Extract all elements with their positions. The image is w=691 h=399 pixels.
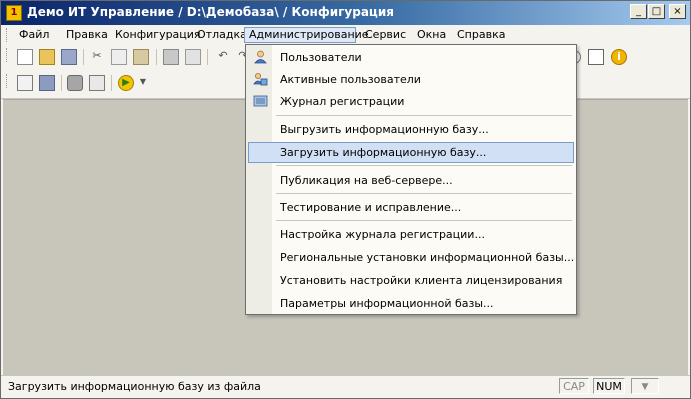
print-preview-icon[interactable] <box>185 49 201 65</box>
administration-menu: Пользователи Активные пользователи Журна… <box>245 44 577 315</box>
info-icon[interactable]: i <box>611 49 627 65</box>
menu-item-label: Параметры информационной базы... <box>280 297 494 310</box>
menu-item-label: Активные пользователи <box>280 73 421 86</box>
event-log-icon <box>253 95 268 107</box>
menu-item-label: Выгрузить информационную базу... <box>280 123 489 136</box>
menu-item-label: Публикация на веб-сервере... <box>280 174 453 187</box>
menu-item-label: Загрузить информационную базу... <box>280 146 487 159</box>
title-bar[interactable]: 1 Демо ИТ Управление / D:\Демобаза\ / Ко… <box>1 1 690 25</box>
menu-item-import-infobase[interactable]: Загрузить информационную базу... <box>248 142 574 163</box>
new-document-icon[interactable] <box>17 49 33 65</box>
chevron-down-icon[interactable]: ▼ <box>138 75 148 91</box>
window-title: Демо ИТ Управление / D:\Демобаза\ / Конф… <box>27 5 394 19</box>
paste-icon[interactable] <box>133 49 149 65</box>
notes-icon[interactable] <box>588 49 604 65</box>
menu-item-label: Журнал регистрации <box>280 95 405 108</box>
save-icon[interactable] <box>61 49 77 65</box>
menu-item-label: Региональные установки информационной ба… <box>280 251 575 264</box>
config-tree-icon[interactable] <box>17 75 33 91</box>
menu-item-license-client-settings[interactable]: Установить настройки клиента лицензирова… <box>248 270 574 291</box>
toolbar-separator <box>207 49 208 65</box>
caps-lock-indicator: CAP <box>559 378 589 394</box>
menu-item-test-and-repair[interactable]: Тестирование и исправление... <box>248 197 574 218</box>
close-button[interactable]: × <box>669 4 686 19</box>
menu-item-export-infobase[interactable]: Выгрузить информационную базу... <box>248 119 574 140</box>
menu-grip[interactable] <box>6 28 10 42</box>
menu-item-active-users[interactable]: Активные пользователи <box>248 69 574 90</box>
menu-edit[interactable]: Правка <box>62 27 112 43</box>
toolbar-separator <box>61 75 62 91</box>
menu-item-label: Тестирование и исправление... <box>280 201 462 214</box>
menu-file[interactable]: Файл <box>15 27 53 43</box>
menu-item-infobase-parameters[interactable]: Параметры информационной базы... <box>248 293 574 314</box>
menu-item-label: Установить настройки клиента лицензирова… <box>280 274 563 287</box>
status-bar: Загрузить информационную базу из файла C… <box>1 375 690 398</box>
database-icon[interactable] <box>67 75 83 91</box>
menu-separator <box>276 220 572 221</box>
menu-item-event-log-settings[interactable]: Настройка журнала регистрации... <box>248 224 574 245</box>
menu-item-label: Пользователи <box>280 51 362 64</box>
menu-item-label: Настройка журнала регистрации... <box>280 228 485 241</box>
config-window-icon[interactable] <box>39 75 55 91</box>
num-lock-indicator: NUM <box>593 378 625 394</box>
app-icon[interactable]: 1 <box>6 5 22 21</box>
undo-icon[interactable]: ↶ <box>215 49 231 65</box>
toolbar-grip[interactable] <box>6 48 10 62</box>
table-icon[interactable] <box>89 75 105 91</box>
menu-service[interactable]: Сервис <box>361 27 410 43</box>
menu-bar: Файл Правка Конфигурация Отладка Админис… <box>1 25 690 45</box>
open-folder-icon[interactable] <box>39 49 55 65</box>
cut-icon[interactable]: ✂ <box>89 49 105 65</box>
print-icon[interactable] <box>163 49 179 65</box>
menu-configuration[interactable]: Конфигурация <box>111 27 205 43</box>
toolbar-separator <box>83 49 84 65</box>
menu-item-regional-settings[interactable]: Региональные установки информационной ба… <box>248 247 574 268</box>
run-debug-icon[interactable]: ▶ <box>118 75 134 91</box>
status-dropdown[interactable]: ▼ <box>631 378 659 394</box>
menu-separator <box>276 193 572 194</box>
menu-separator <box>276 165 572 166</box>
menu-help[interactable]: Справка <box>453 27 509 43</box>
menu-debug[interactable]: Отладка <box>193 27 251 43</box>
toolbar-grip[interactable] <box>6 74 10 88</box>
toolbar-separator <box>111 75 112 91</box>
menu-separator <box>276 115 572 116</box>
menu-windows[interactable]: Окна <box>413 27 450 43</box>
maximize-button[interactable]: □ <box>648 4 665 19</box>
menu-item-web-publishing[interactable]: Публикация на веб-сервере... <box>248 170 574 191</box>
active-users-icon <box>253 73 268 86</box>
minimize-button[interactable]: _ <box>630 4 647 19</box>
menu-item-users[interactable]: Пользователи <box>248 47 574 68</box>
menu-item-event-log[interactable]: Журнал регистрации <box>248 91 574 112</box>
users-icon <box>254 50 267 64</box>
copy-icon[interactable] <box>111 49 127 65</box>
toolbar-separator <box>156 49 157 65</box>
menu-administration[interactable]: Администрирование <box>244 27 369 43</box>
status-text: Загрузить информационную базу из файла <box>8 380 261 393</box>
app-window: 1 Демо ИТ Управление / D:\Демобаза\ / Ко… <box>0 0 691 399</box>
